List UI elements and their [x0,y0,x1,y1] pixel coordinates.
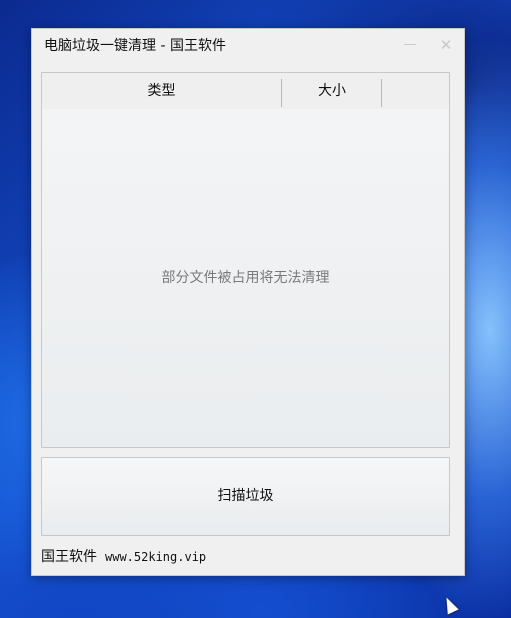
column-divider[interactable] [281,79,282,107]
column-divider[interactable] [381,79,382,107]
title-bar[interactable]: 电脑垃圾一键清理 - 国王软件 — ✕ [32,29,464,61]
footer: 国王软件 www.52king.vip [41,546,206,566]
brand-label: 国王软件 [41,549,97,565]
website-link[interactable]: www.52king.vip [105,550,206,564]
minimize-icon[interactable]: — [401,37,419,53]
app-window: 电脑垃圾一键清理 - 国王软件 — ✕ 类型 大小 部分文件被占用将无法清理 扫… [31,28,465,576]
junk-list[interactable]: 类型 大小 部分文件被占用将无法清理 [41,72,450,448]
column-header-type[interactable]: 类型 [42,73,281,109]
window-title: 电脑垃圾一键清理 - 国王软件 [44,38,226,54]
scan-junk-button[interactable]: 扫描垃圾 [41,457,450,536]
close-icon[interactable]: ✕ [437,37,455,53]
empty-message: 部分文件被占用将无法清理 [161,270,330,286]
column-header-size[interactable]: 大小 [283,73,381,109]
list-header: 类型 大小 [42,73,449,109]
